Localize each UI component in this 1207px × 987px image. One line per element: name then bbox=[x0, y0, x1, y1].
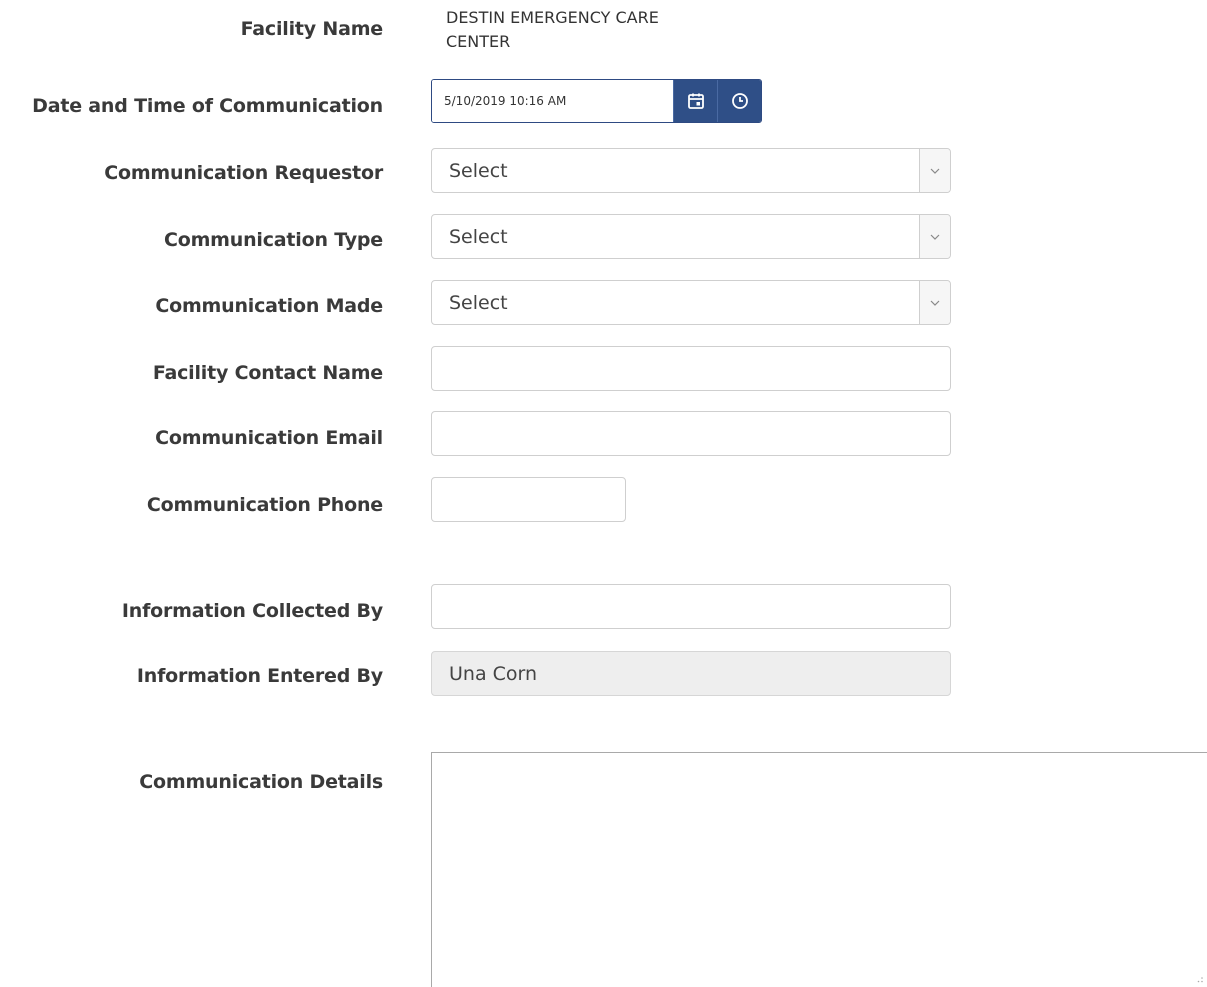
clock-icon bbox=[731, 93, 748, 109]
phone-label: Communication Phone bbox=[146, 494, 383, 516]
chevron-down-icon bbox=[930, 168, 940, 174]
date-time-input[interactable] bbox=[432, 80, 673, 122]
chevron-down-icon bbox=[930, 234, 940, 240]
facility-name-value: DESTIN EMERGENCY CARE CENTER bbox=[446, 6, 746, 54]
email-input[interactable] bbox=[431, 411, 951, 456]
contact-name-label: Facility Contact Name bbox=[152, 362, 383, 384]
calendar-button[interactable] bbox=[673, 80, 717, 122]
made-select-value: Select bbox=[449, 291, 508, 314]
chevron-down-icon bbox=[930, 300, 940, 306]
type-dropdown-arrow[interactable] bbox=[919, 215, 950, 258]
collected-by-label: Information Collected By bbox=[121, 600, 383, 622]
facility-name-label: Facility Name bbox=[240, 18, 384, 40]
requestor-label: Communication Requestor bbox=[104, 162, 383, 184]
made-dropdown-arrow[interactable] bbox=[919, 281, 950, 324]
made-select[interactable]: Select bbox=[431, 280, 951, 325]
date-time-picker bbox=[431, 79, 762, 123]
requestor-select[interactable]: Select bbox=[431, 148, 951, 193]
date-time-label: Date and Time of Communication bbox=[32, 95, 383, 117]
email-label: Communication Email bbox=[155, 427, 383, 449]
type-select-value: Select bbox=[449, 225, 508, 248]
contact-name-input[interactable] bbox=[431, 346, 951, 391]
phone-input[interactable] bbox=[431, 477, 626, 522]
type-label: Communication Type bbox=[163, 229, 383, 251]
details-label: Communication Details bbox=[139, 771, 383, 793]
facility-name-line1: DESTIN EMERGENCY CARE bbox=[446, 8, 659, 27]
calendar-icon bbox=[687, 93, 704, 109]
made-label: Communication Made bbox=[155, 295, 383, 317]
type-select[interactable]: Select bbox=[431, 214, 951, 259]
collected-by-input[interactable] bbox=[431, 584, 951, 629]
facility-name-line2: CENTER bbox=[446, 32, 511, 51]
details-textarea[interactable] bbox=[431, 752, 1207, 987]
requestor-select-value: Select bbox=[449, 159, 508, 182]
requestor-dropdown-arrow[interactable] bbox=[919, 149, 950, 192]
entered-by-label: Information Entered By bbox=[136, 665, 383, 687]
communication-form: Facility Name DESTIN EMERGENCY CARE CENT… bbox=[0, 0, 1207, 987]
resize-grip-icon[interactable] bbox=[1196, 976, 1204, 984]
entered-by-input bbox=[431, 651, 951, 696]
clock-button[interactable] bbox=[717, 80, 761, 122]
